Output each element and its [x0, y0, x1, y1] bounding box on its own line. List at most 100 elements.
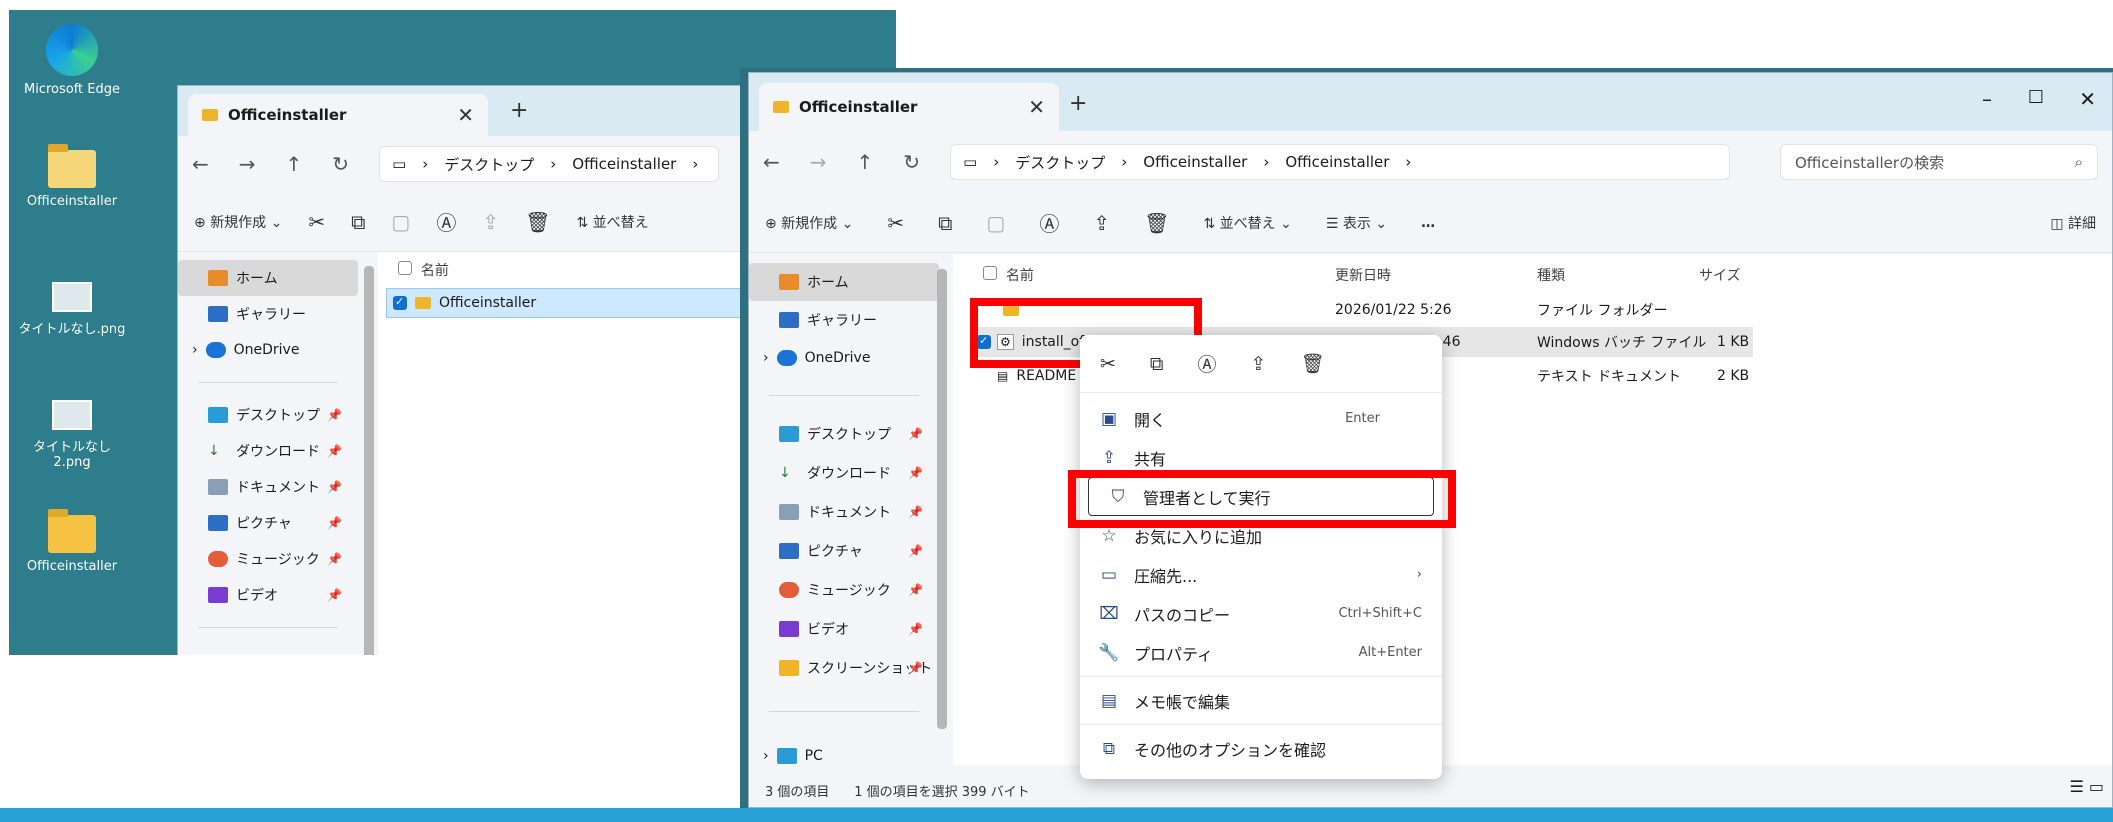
desktop-icon-folder[interactable]: Officeinstaller [17, 509, 127, 574]
sidebar-item-videos[interactable]: ビデオ 📌 [178, 577, 358, 613]
pin-icon[interactable]: 📌 [327, 516, 342, 530]
breadcrumb-item[interactable]: Officeinstaller [1285, 153, 1389, 171]
sidebar-item-onedrive[interactable]: › OneDrive [178, 332, 358, 368]
close-window-icon[interactable]: ✕ [2079, 87, 2096, 111]
copy-icon[interactable]: ⧉ [351, 210, 365, 234]
share-icon[interactable]: ⇪ [1093, 211, 1110, 235]
pin-icon[interactable]: 📌 [908, 466, 923, 480]
select-all-checkbox[interactable] [398, 261, 412, 275]
close-icon[interactable]: ✕ [1028, 95, 1045, 119]
desktop-icon-png2[interactable]: タイトルなし2.png [17, 400, 127, 470]
column-header-type[interactable]: 種類 [1537, 265, 1565, 285]
share-icon[interactable]: ⇪ [1251, 353, 1267, 375]
forward-icon[interactable]: → [239, 152, 256, 176]
rename-icon[interactable]: Ⓐ [1039, 208, 1059, 237]
more-button[interactable]: … [1421, 215, 1435, 231]
pin-icon[interactable]: 📌 [327, 552, 342, 566]
sidebar-item-documents[interactable]: ドキュメント 📌 [749, 492, 939, 531]
sidebar-item-pictures[interactable]: ピクチャ 📌 [749, 531, 939, 570]
cut-icon[interactable]: ✂ [887, 211, 904, 235]
breadcrumb-item[interactable]: デスクトップ [444, 154, 534, 175]
delete-icon[interactable]: 🗑 [525, 210, 550, 234]
sidebar-item-music[interactable]: ミュージック 📌 [749, 570, 939, 609]
sidebar-item-downloads[interactable]: ↓ ダウンロード 📌 [749, 453, 939, 492]
cut-icon[interactable]: ✂ [308, 210, 325, 234]
sidebar-item-pc[interactable]: › PC [749, 736, 939, 775]
menu-item-properties[interactable]: 🔧 プロパティ Alt+Enter [1080, 633, 1442, 672]
desktop-icon-zip[interactable]: Officeinstaller [17, 144, 127, 209]
sidebar-item-onedrive[interactable]: › OneDrive [749, 339, 939, 377]
menu-item-copy-path[interactable]: ⌧ パスのコピー Ctrl+Shift+C [1080, 594, 1442, 633]
new-button[interactable]: ⊕ 新規作成 ⌄ [765, 213, 853, 233]
breadcrumb-item[interactable]: Officeinstaller [1143, 153, 1247, 171]
breadcrumb-item[interactable]: Officeinstaller [572, 155, 676, 173]
view-toggle[interactable]: ☰ ▭ [2069, 777, 2104, 796]
tab-officeinstaller[interactable]: Officeinstaller ✕ [759, 83, 1059, 131]
pin-icon[interactable]: 📌 [908, 622, 923, 636]
sidebar-scrollbar[interactable] [364, 266, 374, 655]
column-header-size[interactable]: サイズ [1699, 265, 1741, 285]
delete-icon[interactable]: 🗑 [1300, 352, 1324, 375]
pin-icon[interactable]: 📌 [327, 408, 342, 422]
new-tab-icon[interactable]: + [1069, 91, 1087, 116]
sort-button[interactable]: ⇅ 並べ替え ⌄ [1203, 213, 1291, 233]
back-icon[interactable]: ← [192, 152, 209, 176]
paste-icon[interactable]: ▢ [391, 210, 410, 234]
sidebar-item-home[interactable]: ホーム [178, 260, 358, 296]
copy-icon[interactable]: ⧉ [938, 211, 952, 235]
pin-icon[interactable]: 📌 [908, 544, 923, 558]
maximize-icon[interactable]: ☐ [2028, 87, 2044, 108]
column-header-date[interactable]: 更新日時 [1335, 265, 1391, 285]
sidebar-item-gallery[interactable]: ギャラリー [749, 301, 939, 339]
sidebar-scrollbar[interactable] [937, 269, 947, 729]
select-all-checkbox[interactable] [983, 266, 997, 280]
sidebar-item-desktop[interactable]: デスクトップ 📌 [178, 397, 358, 433]
pin-icon[interactable]: 📌 [908, 661, 923, 675]
sidebar-item-music[interactable]: ミュージック 📌 [178, 541, 358, 577]
column-header-name[interactable]: 名前 [398, 260, 449, 280]
refresh-icon[interactable]: ↻ [332, 152, 349, 176]
row-checkbox[interactable] [393, 295, 407, 310]
rename-icon[interactable]: Ⓐ [1198, 350, 1217, 377]
up-icon[interactable]: ↑ [286, 152, 303, 176]
pin-icon[interactable]: 📌 [327, 480, 342, 494]
menu-item-open[interactable]: ▣ 開く Enter [1080, 399, 1442, 438]
share-icon[interactable]: ⇪ [482, 210, 499, 234]
close-icon[interactable]: ✕ [457, 103, 474, 127]
details-button[interactable]: ◫ 詳細 [2050, 213, 2096, 233]
desktop-icon-edge[interactable]: Microsoft Edge [17, 24, 127, 97]
tab-officeinstaller[interactable]: Officeinstaller ✕ [188, 94, 488, 136]
rename-icon[interactable]: Ⓐ [436, 207, 456, 236]
delete-icon[interactable]: 🗑 [1144, 211, 1169, 235]
pin-icon[interactable]: 📌 [908, 505, 923, 519]
address-bar[interactable]: ▭ › デスクトップ › Officeinstaller › [379, 146, 720, 182]
breadcrumb-item[interactable]: デスクトップ [1015, 152, 1105, 173]
pin-icon[interactable]: 📌 [327, 444, 342, 458]
desktop-icon-png1[interactable]: タイトルなし.png [17, 282, 127, 337]
menu-item-more-options[interactable]: ⧉ その他のオプションを確認 [1080, 729, 1442, 768]
sidebar-item-desktop[interactable]: デスクトップ 📌 [749, 414, 939, 453]
up-icon[interactable]: ↑ [857, 150, 874, 174]
sidebar-item-home[interactable]: ホーム [749, 263, 939, 301]
menu-item-edit-notepad[interactable]: ▤ メモ帳で編集 [1080, 681, 1442, 720]
cut-icon[interactable]: ✂ [1100, 353, 1116, 375]
pin-icon[interactable]: 📌 [908, 583, 923, 597]
sidebar-item-gallery[interactable]: ギャラリー [178, 296, 358, 332]
paste-icon[interactable]: ▢ [986, 211, 1005, 235]
sidebar-item-screenshots[interactable]: スクリーンショット 📌 [749, 648, 939, 687]
refresh-icon[interactable]: ↻ [903, 150, 920, 174]
sidebar-item-pictures[interactable]: ピクチャ 📌 [178, 505, 358, 541]
forward-icon[interactable]: → [810, 150, 827, 174]
sort-button[interactable]: ⇅ 並べ替え [576, 212, 648, 232]
search-input[interactable]: Officeinstallerの検索 ⌕ [1780, 144, 2098, 180]
sidebar-item-documents[interactable]: ドキュメント 📌 [178, 469, 358, 505]
view-button[interactable]: ☰ 表示 ⌄ [1326, 213, 1387, 233]
minimize-icon[interactable]: – [1982, 87, 1992, 111]
column-header-name[interactable]: 名前 [983, 265, 1034, 285]
copy-icon[interactable]: ⧉ [1150, 353, 1164, 375]
pin-icon[interactable]: 📌 [327, 588, 342, 602]
new-button[interactable]: ⊕ 新規作成 ⌄ [194, 212, 282, 232]
pin-icon[interactable]: 📌 [908, 427, 923, 441]
new-tab-icon[interactable]: + [510, 98, 528, 123]
back-icon[interactable]: ← [763, 150, 780, 174]
